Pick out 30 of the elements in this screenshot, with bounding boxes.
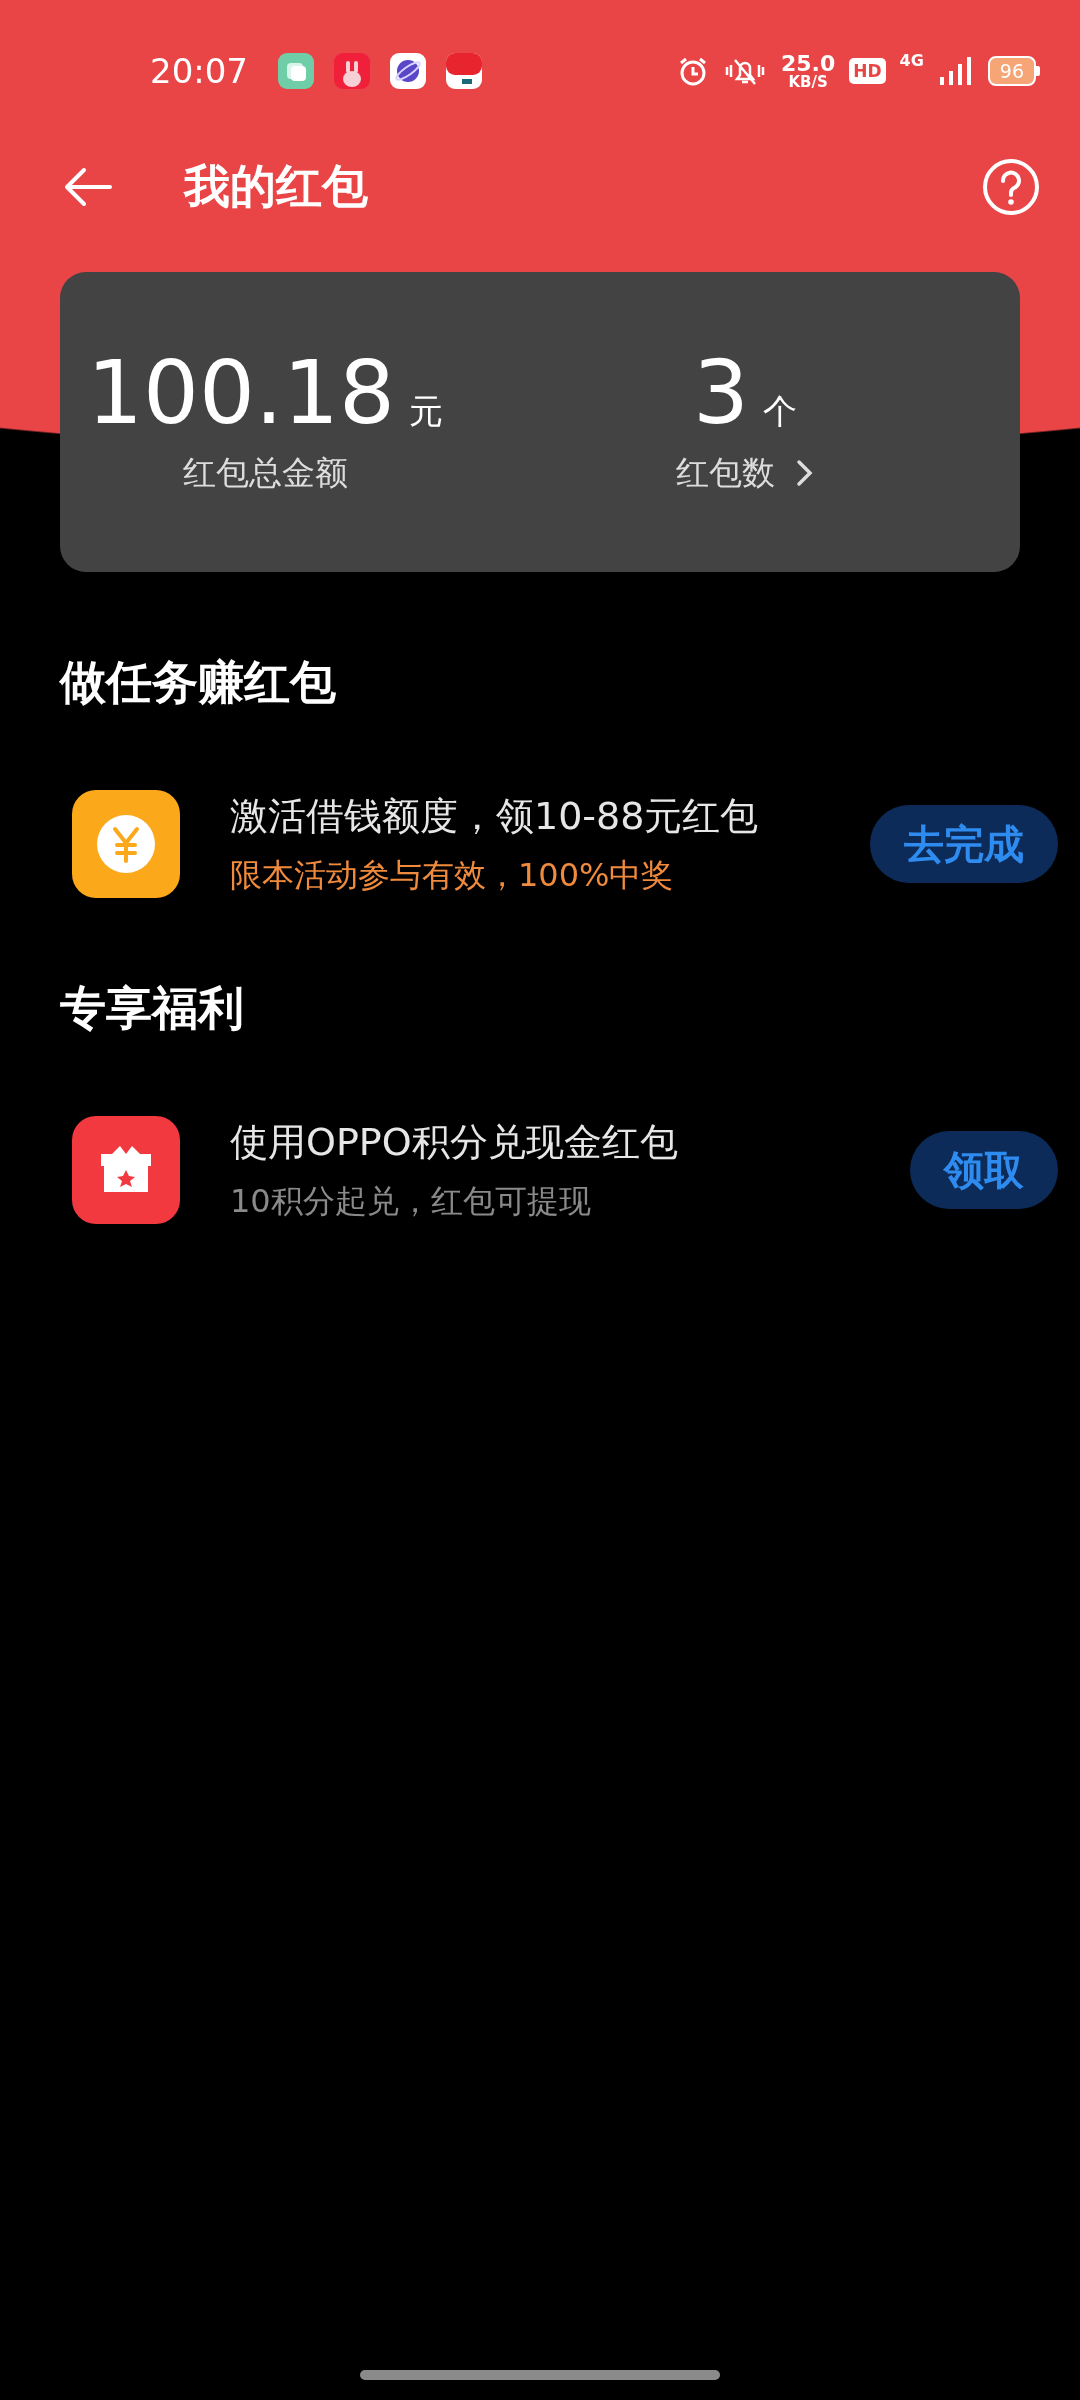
amount-unit: 元 xyxy=(408,389,443,433)
task-subtitle: 限本活动参与有效，100%中奖 xyxy=(230,854,675,896)
battery-level: 96 xyxy=(987,56,1036,86)
app-notification-icon xyxy=(446,53,482,89)
app-notification-icon xyxy=(390,53,426,89)
section-title: 专享福利 xyxy=(60,980,245,1037)
amount-label: 红包总金额 xyxy=(182,451,348,494)
page-title: 我的红包 xyxy=(184,158,369,215)
network-type: 4G xyxy=(899,50,924,70)
help-icon[interactable] xyxy=(982,158,1040,216)
task-title: 激活借钱额度，领10-88元红包 xyxy=(230,792,760,840)
clock-time: 20:07 xyxy=(150,51,248,91)
app-notification-icon xyxy=(278,53,314,89)
coin-icon xyxy=(72,790,180,898)
section-title: 做任务赚红包 xyxy=(60,654,337,711)
count-label[interactable]: 红包数 xyxy=(675,450,775,496)
app-notification-icon xyxy=(334,53,370,89)
task-title: 使用OPPO积分兑现金红包 xyxy=(230,1118,679,1166)
chevron-right-icon[interactable] xyxy=(794,458,815,488)
gift-icon xyxy=(72,1116,180,1224)
count-unit: 个 xyxy=(763,389,797,433)
signal-icon xyxy=(937,55,974,87)
back-arrow-icon[interactable] xyxy=(62,167,114,207)
action-button[interactable]: 领取 xyxy=(910,1131,1058,1209)
network-speed: 25.0 KB/S xyxy=(780,52,836,90)
total-amount: 100.18 xyxy=(87,348,395,437)
task-subtitle: 10积分起兑，红包可提现 xyxy=(230,1180,592,1222)
packet-count: 3 xyxy=(693,348,749,437)
hd-icon: HD xyxy=(849,58,886,84)
action-button[interactable]: 去完成 xyxy=(870,805,1058,883)
